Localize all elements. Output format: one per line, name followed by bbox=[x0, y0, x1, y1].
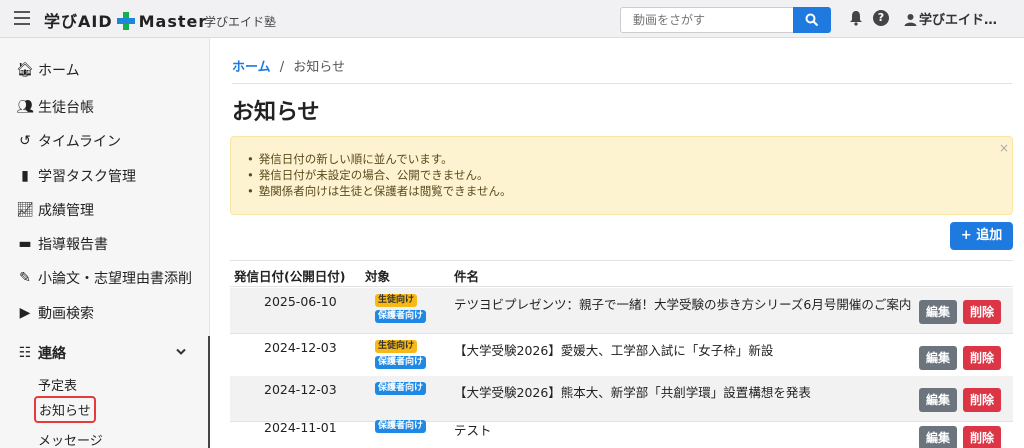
row-subject[interactable]: 【大学受験2026】愛媛大、工学部入試に「女子枠」新設 bbox=[454, 340, 773, 359]
row-subject[interactable]: テスト bbox=[454, 420, 492, 439]
sidebar-item-timeline[interactable]: ↺ タイムライン bbox=[16, 124, 121, 158]
sidebar-sub-news[interactable]: お知らせ bbox=[34, 396, 96, 423]
alert-line: 発信日付の新しい順に並んでいます。 bbox=[247, 151, 511, 167]
breadcrumb: ホーム / お知らせ bbox=[232, 56, 345, 75]
book-icon: ▮ bbox=[21, 168, 29, 184]
user-name: 学びエイド… bbox=[919, 13, 998, 28]
row-subject[interactable]: 【大学受験2026】熊本大、新学部「共創学環」設置構想を発表 bbox=[454, 382, 811, 401]
user-icon bbox=[904, 14, 917, 26]
sidebar-item-label: 小論文・志望理由書添削 bbox=[38, 271, 192, 287]
sidebar-item-grades[interactable]: 📈︎ 成績管理 bbox=[16, 193, 94, 227]
delete-button[interactable]: 削除 bbox=[963, 300, 1001, 324]
badge-student: 生徒向け bbox=[375, 294, 418, 307]
contact-icon: ☷ bbox=[18, 345, 32, 361]
sidebar-item-home[interactable]: 🏠︎ ホーム bbox=[16, 53, 80, 87]
school-name: 学びエイド塾 bbox=[204, 15, 277, 29]
badge-parent: 保護者向け bbox=[375, 382, 427, 395]
breadcrumb-separator: / bbox=[279, 60, 285, 75]
brand-text-suffix: Master bbox=[138, 12, 208, 31]
badge-parent: 保護者向け bbox=[375, 356, 427, 369]
menu-icon[interactable] bbox=[14, 11, 30, 25]
badge-parent: 保護者向け bbox=[375, 420, 427, 433]
sidebar-item-label: 指導報告書 bbox=[38, 237, 108, 253]
cross-logo-icon bbox=[116, 12, 135, 30]
chevron-down-icon[interactable] bbox=[176, 348, 186, 356]
row-subject[interactable]: テツヨビプレゼンツ：親子で一緒！大学受験の歩き方シリーズ6月号開催のご案内 bbox=[454, 294, 911, 313]
sidebar-item-reports[interactable]: ▬ 指導報告書 bbox=[16, 227, 108, 261]
help-icon[interactable]: ? bbox=[873, 10, 889, 26]
sidebar-item-contact[interactable]: ☷ 連絡 bbox=[16, 336, 66, 370]
delete-button[interactable]: 削除 bbox=[963, 346, 1001, 370]
alert-line: 塾関係者向けは生徒と保護者は閲覧できません。 bbox=[247, 183, 512, 199]
brand-logo[interactable]: 学びAID Master bbox=[44, 8, 207, 32]
search-icon bbox=[805, 13, 819, 27]
page-title: お知らせ bbox=[232, 100, 320, 125]
sidebar-item-tasks[interactable]: ▮ 学習タスク管理 bbox=[16, 159, 136, 193]
users-icon: 👥︎ bbox=[16, 99, 34, 115]
sidebar-item-label: ホーム bbox=[38, 63, 80, 79]
table-row[interactable]: 2024-11-01 保護者向け テスト 編集 削除 bbox=[230, 414, 1013, 448]
file-icon: ▬ bbox=[18, 236, 32, 252]
info-alert: 発信日付の新しい順に並んでいます。 発信日付が未設定の場合、公開できません。 塾… bbox=[230, 136, 1013, 215]
alert-line: 発信日付が未設定の場合、公開できません。 bbox=[247, 167, 511, 183]
edit-button[interactable]: 編集 bbox=[919, 388, 957, 412]
column-header-subject[interactable]: 件名 bbox=[454, 266, 479, 285]
breadcrumb-current: お知らせ bbox=[293, 60, 346, 75]
sidebar-item-videos[interactable]: ▶ 動画検索 bbox=[16, 296, 94, 330]
row-date: 2024-12-03 bbox=[264, 340, 337, 355]
divider bbox=[232, 83, 1012, 84]
close-icon[interactable]: × bbox=[999, 141, 1009, 155]
top-bar: 学びAID Master 学びエイド塾 ? 学びエイド… bbox=[0, 0, 1024, 38]
table-header: 発信日付(公開日付) 対象 件名 bbox=[230, 260, 1013, 287]
column-header-date[interactable]: 発信日付(公開日付) bbox=[234, 266, 345, 285]
sidebar-item-label: 動画検索 bbox=[38, 306, 94, 322]
add-button[interactable]: + 追加 bbox=[950, 222, 1013, 250]
home-icon: 🏠︎ bbox=[16, 62, 34, 78]
row-date: 2024-12-03 bbox=[264, 382, 337, 397]
history-icon: ↺ bbox=[19, 133, 31, 149]
edit-button[interactable]: 編集 bbox=[919, 426, 957, 448]
row-date: 2024-11-01 bbox=[264, 420, 337, 435]
sidebar-item-students[interactable]: 👥︎ 生徒台帳 bbox=[16, 90, 94, 124]
table-row[interactable]: 2024-12-03 生徒向け保護者向け 【大学受験2026】愛媛大、工学部入試… bbox=[230, 334, 1013, 380]
chart-icon: 📈︎ bbox=[16, 202, 34, 218]
sidebar-item-label: 成績管理 bbox=[38, 203, 94, 219]
pen-icon: ✎ bbox=[19, 270, 31, 286]
contact-group: ☷ 連絡 予定表 お知らせ メッセージ bbox=[0, 336, 210, 448]
badge-student: 生徒向け bbox=[375, 340, 418, 353]
table-row[interactable]: 2025-06-10 生徒向け保護者向け テツヨビプレゼンツ：親子で一緒！大学受… bbox=[230, 288, 1013, 334]
sidebar-item-essays[interactable]: ✎ 小論文・志望理由書添削 bbox=[16, 261, 192, 295]
column-header-target[interactable]: 対象 bbox=[365, 266, 390, 285]
edit-button[interactable]: 編集 bbox=[919, 346, 957, 370]
breadcrumb-home[interactable]: ホーム bbox=[232, 60, 271, 75]
brand-text: 学びAID bbox=[44, 12, 113, 31]
search-input[interactable] bbox=[620, 7, 794, 33]
sidebar-item-label: 連絡 bbox=[38, 346, 66, 362]
sidebar-item-label: 生徒台帳 bbox=[38, 100, 94, 116]
sidebar-item-label: 学習タスク管理 bbox=[38, 169, 136, 185]
delete-button[interactable]: 削除 bbox=[963, 388, 1001, 412]
bell-icon[interactable] bbox=[849, 10, 863, 26]
sidebar-sub-messages[interactable]: メッセージ bbox=[38, 430, 103, 448]
sidebar-item-label: タイムライン bbox=[38, 134, 122, 150]
row-date: 2025-06-10 bbox=[264, 294, 337, 309]
edit-button[interactable]: 編集 bbox=[919, 300, 957, 324]
delete-button[interactable]: 削除 bbox=[963, 426, 1001, 448]
search-button[interactable] bbox=[793, 7, 831, 33]
user-menu[interactable]: 学びエイド… bbox=[904, 9, 997, 28]
badge-parent: 保護者向け bbox=[375, 310, 427, 323]
video-icon: ▶ bbox=[19, 305, 31, 321]
sidebar: 🏠︎ ホーム 👥︎ 生徒台帳 ↺ タイムライン ▮ 学習タスク管理 📈︎ 成績管理 ▬ 指導… bbox=[0, 38, 210, 448]
sidebar-sub-schedule[interactable]: 予定表 bbox=[38, 375, 77, 394]
